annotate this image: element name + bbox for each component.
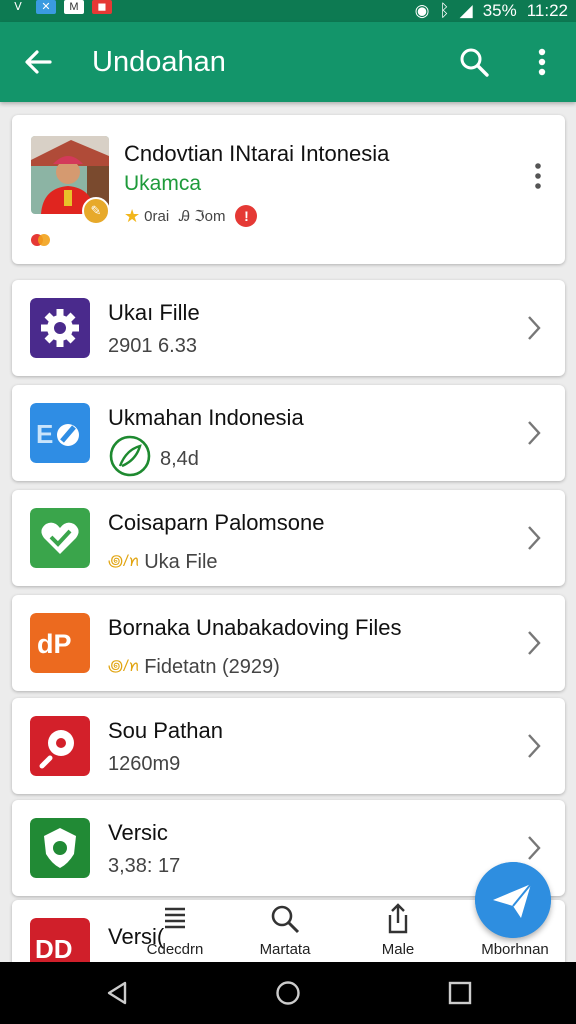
reaction-icon: [31, 234, 50, 246]
svg-text:E: E: [36, 419, 53, 449]
nav-item-list[interactable]: Cdecdrn: [130, 895, 220, 958]
item-sub: 8,4d: [160, 447, 199, 470]
svg-text:dP: dP: [37, 629, 72, 659]
svg-text:DD: DD: [35, 934, 73, 964]
battery-text: 35%: [482, 1, 517, 20]
item-sub-row: ꩜ꤷꪀ Fidetatn (2929): [108, 650, 280, 684]
item-label: Ukmahan Indonesia: [108, 405, 304, 430]
item-sub: Uka File: [144, 550, 218, 573]
nav-item-share[interactable]: Male: [353, 895, 443, 958]
profile-card[interactable]: ✎ Cndovtian INtarai Intonesia Ukamcа ★ 0…: [12, 115, 565, 264]
item-label: Versic: [108, 820, 168, 845]
chevron-right-icon: [528, 631, 541, 655]
eo-icon: E: [30, 403, 90, 463]
chevron-right-icon: [528, 316, 541, 340]
item-sub: 3,38: 17: [108, 855, 181, 877]
system-nav-bar: [0, 962, 576, 1024]
status-left-icons: ᐯ ✕ M ◼: [8, 0, 112, 22]
signal-icon: ◢: [459, 1, 473, 20]
tag-icons: ꩜ꤷꪀ: [108, 553, 141, 570]
nav-item-search[interactable]: Martata: [240, 895, 330, 958]
bluetooth-icon: ᛒ: [439, 1, 450, 20]
arrow-left-icon[interactable]: [20, 44, 56, 80]
star-icon: ★: [124, 205, 141, 226]
clock: 11:22: [526, 1, 568, 20]
item-label: Bornaka Unabakadoving Files: [108, 615, 402, 640]
search-icon: [271, 905, 300, 934]
item-sub: 2901 6.33: [108, 335, 197, 357]
nav-label: Martata: [259, 941, 311, 958]
app-icon: ◼: [92, 0, 112, 14]
alarm-icon: ◉: [414, 1, 430, 20]
nav-label: Cdecdrn: [146, 941, 204, 958]
avatar-badge: ✎: [82, 197, 110, 225]
send-fab-button[interactable]: [475, 862, 551, 938]
nav-label: Male: [381, 941, 415, 958]
list-item[interactable]: Sou Pathan 1260m9: [12, 698, 565, 794]
chevron-right-icon: [528, 526, 541, 550]
v-icon: ᐯ: [14, 1, 22, 13]
status-right: ◉ ᛒ ◢ 35% 11:22: [415, 0, 568, 22]
home-nav-icon[interactable]: [275, 980, 301, 1006]
list-item[interactable]: E Ukmahan Indonesia 8,4d: [12, 385, 565, 481]
chevron-right-icon: [528, 836, 541, 860]
item-label: Coisaparn Palomsone: [108, 510, 325, 535]
item-sub: 1260m9: [108, 753, 181, 775]
item-sub-row: ꩜ꤷꪀ Uka File: [108, 545, 218, 579]
list-item[interactable]: dP Bornaka Unabakadoving Files ꩜ꤷꪀ Fidet…: [12, 595, 565, 691]
app-bar: Undoahan: [0, 22, 576, 102]
chevron-right-icon: [528, 421, 541, 445]
list-icon: [165, 907, 185, 929]
nav-label: Mborhnan: [481, 941, 549, 958]
item-sub-row: 8,4d: [108, 435, 199, 478]
more-vert-icon[interactable]: [528, 44, 556, 80]
item-label: Ukaı Fille: [108, 300, 200, 325]
gear-icon: [30, 298, 90, 358]
heart-check-icon: [30, 508, 90, 568]
profile-meta: ★ 0rai Ꭿ ℑom !: [124, 205, 258, 227]
recents-nav-icon[interactable]: [447, 980, 473, 1006]
item-sub: Fidetatn (2929): [144, 655, 280, 678]
m-icon: M: [64, 0, 84, 14]
alert-badge: !: [235, 205, 258, 227]
page-title: Undoahan: [92, 46, 226, 78]
leaf-icon: [109, 435, 151, 477]
chevron-right-icon: [528, 734, 541, 758]
item-label: Sou Pathan: [108, 718, 223, 743]
profile-meta-1: 0rai: [144, 207, 170, 225]
dp-icon: dP: [30, 613, 90, 673]
share-icon: [388, 903, 408, 934]
profile-subtitle[interactable]: Ukamcа: [124, 172, 201, 196]
list-item[interactable]: Coisaparn Palomsone ꩜ꤷꪀ Uka File: [12, 490, 565, 586]
profile-more-icon[interactable]: [530, 161, 546, 191]
profile-name: Cndovtian INtarai Intonesia: [124, 141, 390, 166]
profile-meta-2: Ꭿ ℑom: [179, 208, 226, 225]
shield-icon: [30, 818, 90, 878]
back-nav-icon[interactable]: [105, 980, 131, 1006]
status-bar: ᐯ ✕ M ◼ ◉ ᛒ ◢ 35% 11:22: [0, 0, 576, 22]
tag-icons: ꩜ꤷꪀ: [108, 658, 141, 675]
x-icon: ✕: [36, 0, 56, 14]
search-icon[interactable]: [456, 44, 492, 80]
list-item[interactable]: Ukaı Fille 2901 6.33: [12, 280, 565, 376]
pin-icon: [30, 716, 90, 776]
